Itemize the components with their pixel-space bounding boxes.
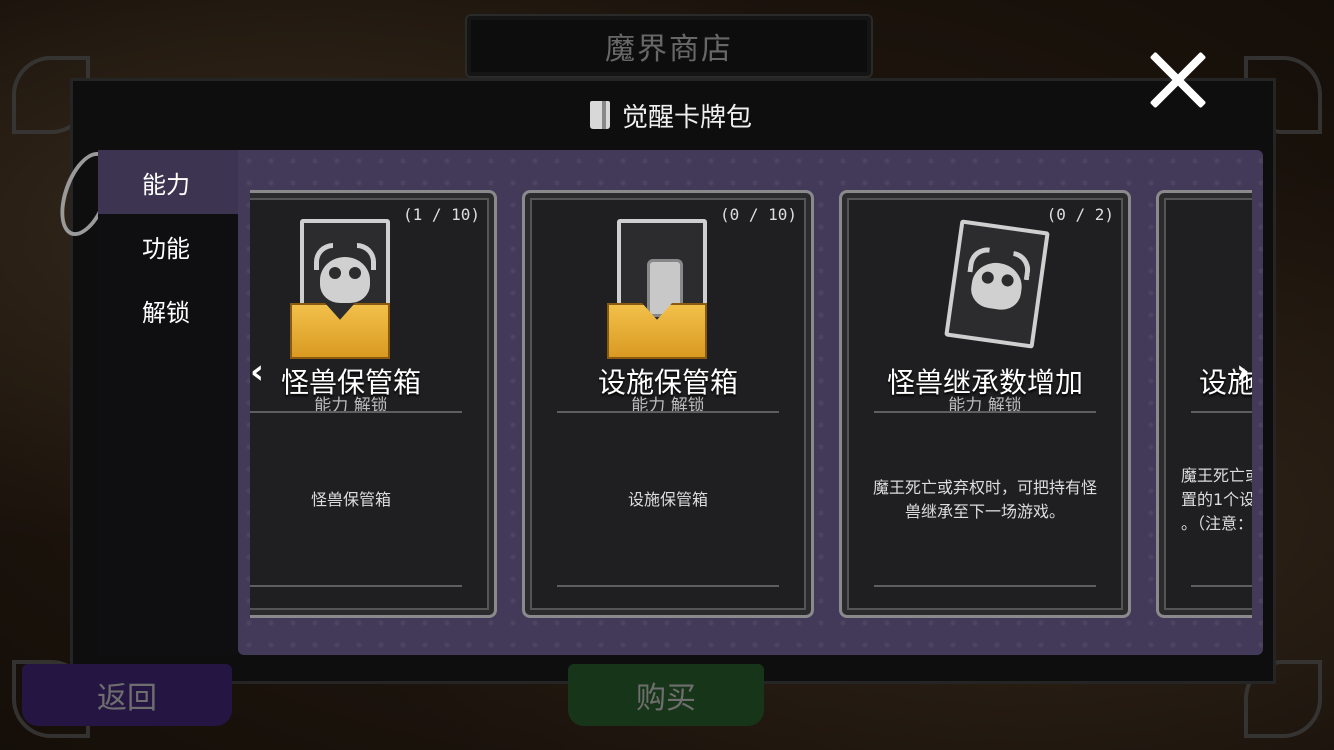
card-facility-box[interactable]: (0 / 10) 设施保管箱 能力 解锁 设施保管箱 [522, 190, 814, 618]
card-description: 怪兽保管箱 [310, 490, 391, 509]
tab-unlock[interactable]: 解锁 [98, 278, 238, 342]
monster-box-icon [290, 219, 410, 359]
card-count: (0 / 2) [1046, 205, 1114, 224]
card-facility-partial[interactable]: 设施 魔王死亡或 置的1个设 。（注意： [1156, 190, 1252, 618]
card-divider [874, 411, 1096, 413]
card-divider [1191, 585, 1252, 587]
card-monster-inherit[interactable]: (0 / 2) 怪兽继承数增加 能力 解锁 魔王死亡或弃权时，可把持有怪兽继承至… [839, 190, 1131, 618]
chevron-left-icon[interactable]: ‹ [250, 352, 266, 392]
chevron-right-icon[interactable]: › [1236, 352, 1252, 392]
card-divider [557, 411, 779, 413]
category-tabs: 能力 功能 解锁 [98, 150, 238, 655]
card-divider [1191, 411, 1252, 413]
facility-box-icon [607, 219, 727, 359]
card-count: (0 / 10) [719, 205, 797, 224]
card-description: 魔王死亡或弃权时，可把持有怪兽继承至下一场游戏。 [872, 478, 1097, 521]
card-divider [874, 585, 1096, 587]
card-divider [250, 585, 462, 587]
monster-card-icon [924, 219, 1050, 359]
tab-ability[interactable]: 能力 [98, 150, 238, 214]
card-count: (1 / 10) [402, 205, 480, 224]
tab-function[interactable]: 功能 [98, 214, 238, 278]
card-divider [557, 585, 779, 587]
card-pack-icon [590, 101, 610, 129]
facility-card-icon [1241, 219, 1252, 359]
card-divider [250, 411, 462, 413]
pack-header: 觉醒卡牌包 [590, 97, 752, 133]
close-icon[interactable] [1146, 48, 1210, 112]
card-description: 设施保管箱 [627, 490, 708, 509]
pack-title: 觉醒卡牌包 [622, 102, 753, 133]
card-carousel[interactable]: (1 / 10) 怪兽保管箱 能力 解锁 怪兽保管箱 (0 / 10) 设施保管… [250, 185, 1252, 620]
card-description: 魔王死亡或 置的1个设 。（注意： [1181, 466, 1252, 533]
card-monster-box[interactable]: (1 / 10) 怪兽保管箱 能力 解锁 怪兽保管箱 [250, 190, 497, 618]
